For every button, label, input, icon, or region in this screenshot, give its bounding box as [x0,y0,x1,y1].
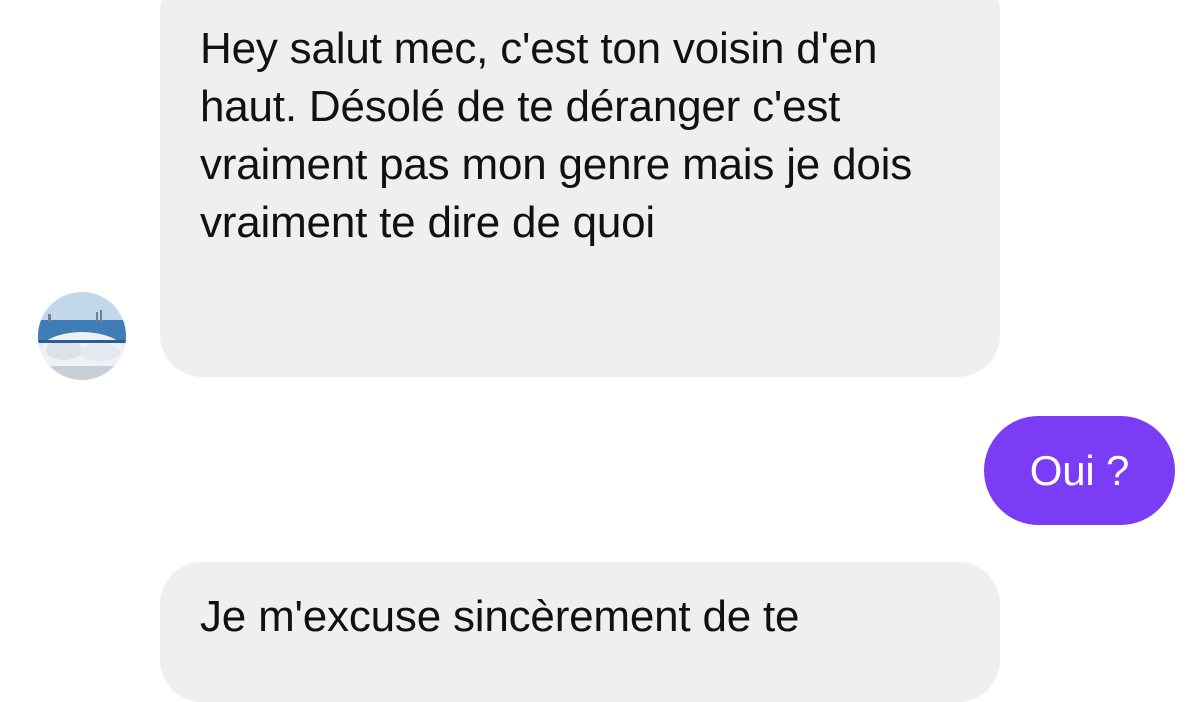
incoming-message-bubble[interactable]: Hey salut mec, c'est ton voisin d'en hau… [160,0,1000,377]
contact-avatar[interactable] [38,292,126,380]
avatar-photo-icon [38,292,126,380]
message-text: Je m'excuse sincèrement de te [200,592,800,641]
incoming-message-bubble[interactable]: Je m'excuse sincèrement de te [160,562,1000,702]
message-text: Hey salut mec, c'est ton voisin d'en hau… [200,24,912,247]
message-text: Oui ? [1029,446,1130,494]
outgoing-message-bubble[interactable]: Oui ? [984,416,1175,525]
chat-thread: Hey salut mec, c'est ton voisin d'en hau… [0,0,1200,702]
